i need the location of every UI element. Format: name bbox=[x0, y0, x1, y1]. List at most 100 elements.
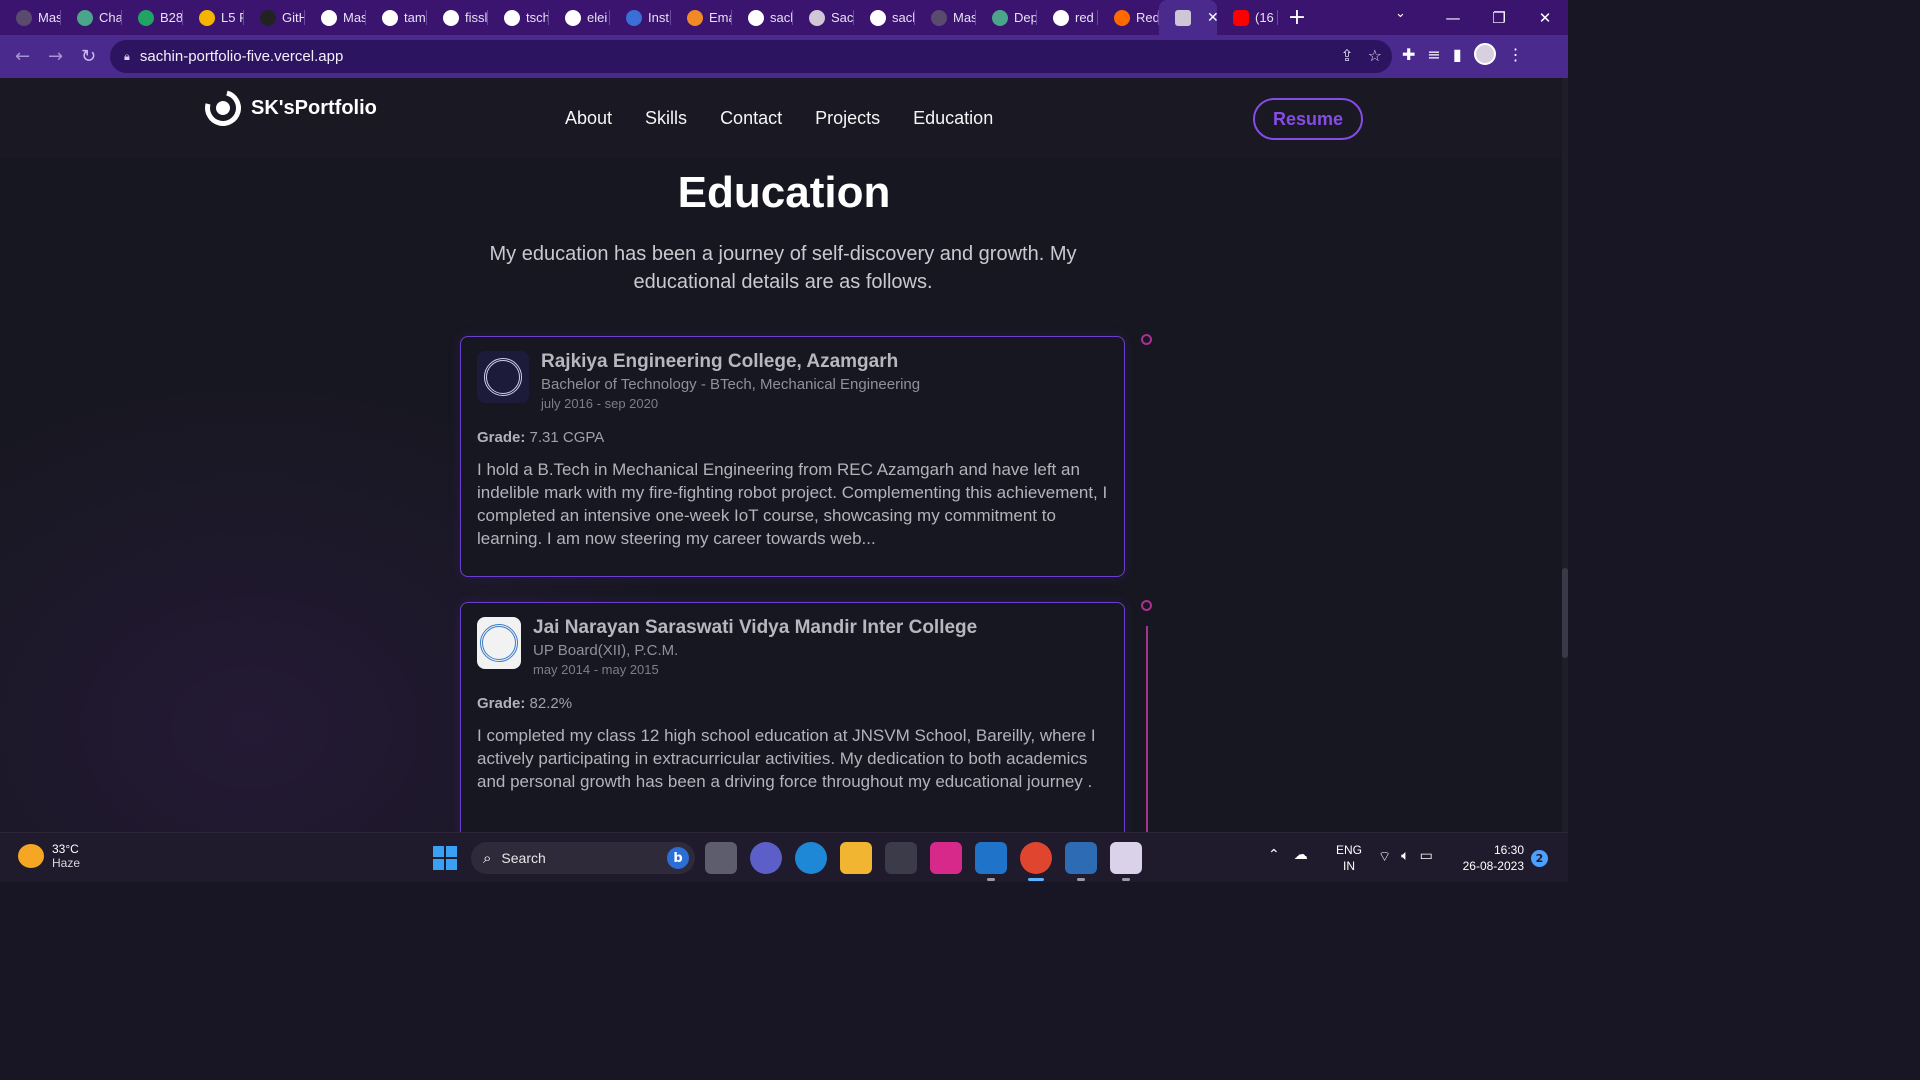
browser-tab[interactable]: sacl bbox=[854, 0, 915, 35]
browser-tab[interactable]: Mas bbox=[305, 0, 366, 35]
tab-title: Dep bbox=[1014, 10, 1036, 25]
extensions-icon[interactable]: ✚ bbox=[1402, 45, 1415, 64]
chatgpt-icon bbox=[77, 9, 93, 26]
browser-tab[interactable]: fissl bbox=[427, 0, 488, 35]
github-icon bbox=[260, 9, 276, 26]
nav-link-contact[interactable]: Contact bbox=[720, 108, 782, 129]
college-logo bbox=[477, 351, 529, 403]
email-icon bbox=[687, 9, 703, 26]
notification-badge[interactable]: 2 bbox=[1531, 850, 1548, 867]
browser-tab[interactable]: red bbox=[1037, 0, 1098, 35]
resume-button[interactable]: Resume bbox=[1253, 98, 1363, 140]
task-view-icon[interactable] bbox=[705, 842, 737, 874]
site-logo[interactable]: SK'sPortfolio bbox=[198, 83, 377, 133]
grade-text: Grade: 7.31 CGPA bbox=[477, 429, 1108, 446]
medium-icon bbox=[321, 9, 337, 26]
timeline-dot bbox=[1141, 600, 1152, 611]
browser-tab[interactable]: B28 bbox=[122, 0, 183, 35]
browser-tab[interactable]: tam bbox=[366, 0, 427, 35]
restore-icon[interactable]: ❐ bbox=[1476, 9, 1522, 27]
bing-icon[interactable]: b bbox=[667, 847, 689, 869]
address-bar[interactable]: 🔒︎ sachin-portfolio-five.vercel.app ⇪ ☆ bbox=[110, 40, 1392, 73]
browser-tab[interactable]: sacl bbox=[732, 0, 793, 35]
url-text[interactable]: sachin-portfolio-five.vercel.app bbox=[140, 48, 343, 65]
language-indicator[interactable]: ENG IN bbox=[1336, 842, 1362, 874]
browser-tab[interactable]: Sacl bbox=[793, 0, 854, 35]
section-title: Education bbox=[677, 168, 891, 217]
teams-chat-icon[interactable] bbox=[750, 842, 782, 874]
weather-widget[interactable]: 33°C Haze bbox=[18, 842, 80, 870]
quick-settings[interactable]: ⌔ 🔈︎ ▭ bbox=[1378, 848, 1433, 866]
close-window-icon[interactable]: ✕ bbox=[1522, 9, 1568, 27]
profile-avatar[interactable] bbox=[1473, 43, 1496, 65]
profile-icon bbox=[809, 9, 825, 26]
taskbar-search[interactable]: ⌕ Search b bbox=[471, 842, 695, 874]
bookmark-star-icon[interactable]: ☆ bbox=[1368, 46, 1382, 65]
instagram-icon[interactable] bbox=[930, 842, 962, 874]
taskbar-apps bbox=[705, 842, 1142, 881]
browser-tab[interactable]: Red bbox=[1098, 0, 1159, 35]
tab-title: GitH bbox=[282, 10, 304, 25]
github-icon bbox=[504, 9, 520, 26]
page-scrollbar[interactable] bbox=[1562, 78, 1568, 832]
share-icon[interactable]: ⇪ bbox=[1340, 46, 1353, 65]
windows-start-icon[interactable] bbox=[433, 846, 457, 870]
browser-tab[interactable]: elei bbox=[549, 0, 610, 35]
browser-tab[interactable]: Dep bbox=[976, 0, 1037, 35]
wifi-icon: ⌔ bbox=[1378, 849, 1392, 865]
minimize-icon[interactable]: — bbox=[1430, 9, 1476, 27]
region-code: IN bbox=[1343, 859, 1355, 873]
browser-tab[interactable]: Ema bbox=[671, 0, 732, 35]
browser-tab-active[interactable]: ✕ bbox=[1159, 0, 1219, 35]
browser-tab[interactable]: Mas bbox=[0, 0, 61, 35]
vscode-icon[interactable] bbox=[975, 842, 1007, 881]
onedrive-cloud-icon[interactable]: ☁ bbox=[1294, 847, 1308, 863]
browser-tab[interactable]: Mas bbox=[915, 0, 976, 35]
snipping-tool-icon[interactable] bbox=[1110, 842, 1142, 881]
nav-link-projects[interactable]: Projects bbox=[815, 108, 880, 129]
microsoft-store-icon[interactable] bbox=[885, 842, 917, 874]
tab-search-dropdown-icon[interactable]: ⌄ bbox=[1395, 6, 1406, 21]
side-panel-icon[interactable]: ▮ bbox=[1453, 45, 1462, 64]
scrollbar-thumb[interactable] bbox=[1562, 568, 1568, 658]
globe-icon bbox=[931, 9, 947, 26]
mi-icon bbox=[1114, 9, 1130, 26]
lock-icon[interactable]: 🔒︎ bbox=[124, 50, 130, 64]
browser-tab-strip: Mas Cha B28 L5 F GitH Mas tam fissl tsch elei Inst… bbox=[0, 0, 1568, 35]
profile-icon bbox=[1175, 9, 1191, 26]
back-icon[interactable]: ← bbox=[6, 46, 39, 67]
browser-tab[interactable]: tsch bbox=[488, 0, 549, 35]
show-hidden-icons-icon[interactable]: ⌃ bbox=[1268, 847, 1280, 863]
browser-tab[interactable]: Cha bbox=[61, 0, 122, 35]
browser-tab[interactable]: Inst bbox=[610, 0, 671, 35]
clock[interactable]: 16:30 26-08-2023 bbox=[1458, 842, 1524, 874]
reload-icon[interactable]: ↻ bbox=[72, 46, 105, 67]
powershell-icon[interactable] bbox=[1065, 842, 1097, 881]
edge-icon[interactable] bbox=[795, 842, 827, 874]
file-explorer-icon[interactable] bbox=[840, 842, 872, 874]
github-icon bbox=[565, 9, 581, 26]
site-navbar: SK'sPortfolio About Skills Contact Proje… bbox=[0, 78, 1568, 158]
logo-text: SK'sPortfolio bbox=[251, 96, 377, 119]
media-controls-icon[interactable]: ≡ bbox=[1427, 45, 1440, 64]
browser-tab[interactable]: L5 F bbox=[183, 0, 244, 35]
grade-value: 82.2% bbox=[529, 695, 573, 712]
tab-title: Ema bbox=[709, 10, 731, 25]
section-description: My education has been a journey of self-… bbox=[489, 243, 1077, 293]
tab-title: L5 F bbox=[221, 10, 243, 25]
nav-link-education[interactable]: Education bbox=[913, 108, 993, 129]
github-icon bbox=[382, 9, 398, 26]
education-description: I completed my class 12 high school educ… bbox=[477, 726, 1096, 791]
forward-icon[interactable]: → bbox=[39, 46, 72, 67]
menu-kebab-icon[interactable]: ⋮ bbox=[1508, 45, 1524, 64]
timeline-connector bbox=[1145, 626, 1148, 832]
window-controls: — ❐ ✕ bbox=[1430, 0, 1568, 35]
nav-link-about[interactable]: About bbox=[565, 108, 612, 129]
chrome-icon[interactable] bbox=[1020, 842, 1052, 881]
tab-title: Mas bbox=[953, 10, 975, 25]
new-tab-button[interactable]: + bbox=[1282, 0, 1312, 35]
browser-tab[interactable]: (16 bbox=[1217, 0, 1278, 35]
nav-link-skills[interactable]: Skills bbox=[645, 108, 687, 129]
browser-tab[interactable]: GitH bbox=[244, 0, 305, 35]
tab-title: sacl bbox=[892, 10, 914, 25]
